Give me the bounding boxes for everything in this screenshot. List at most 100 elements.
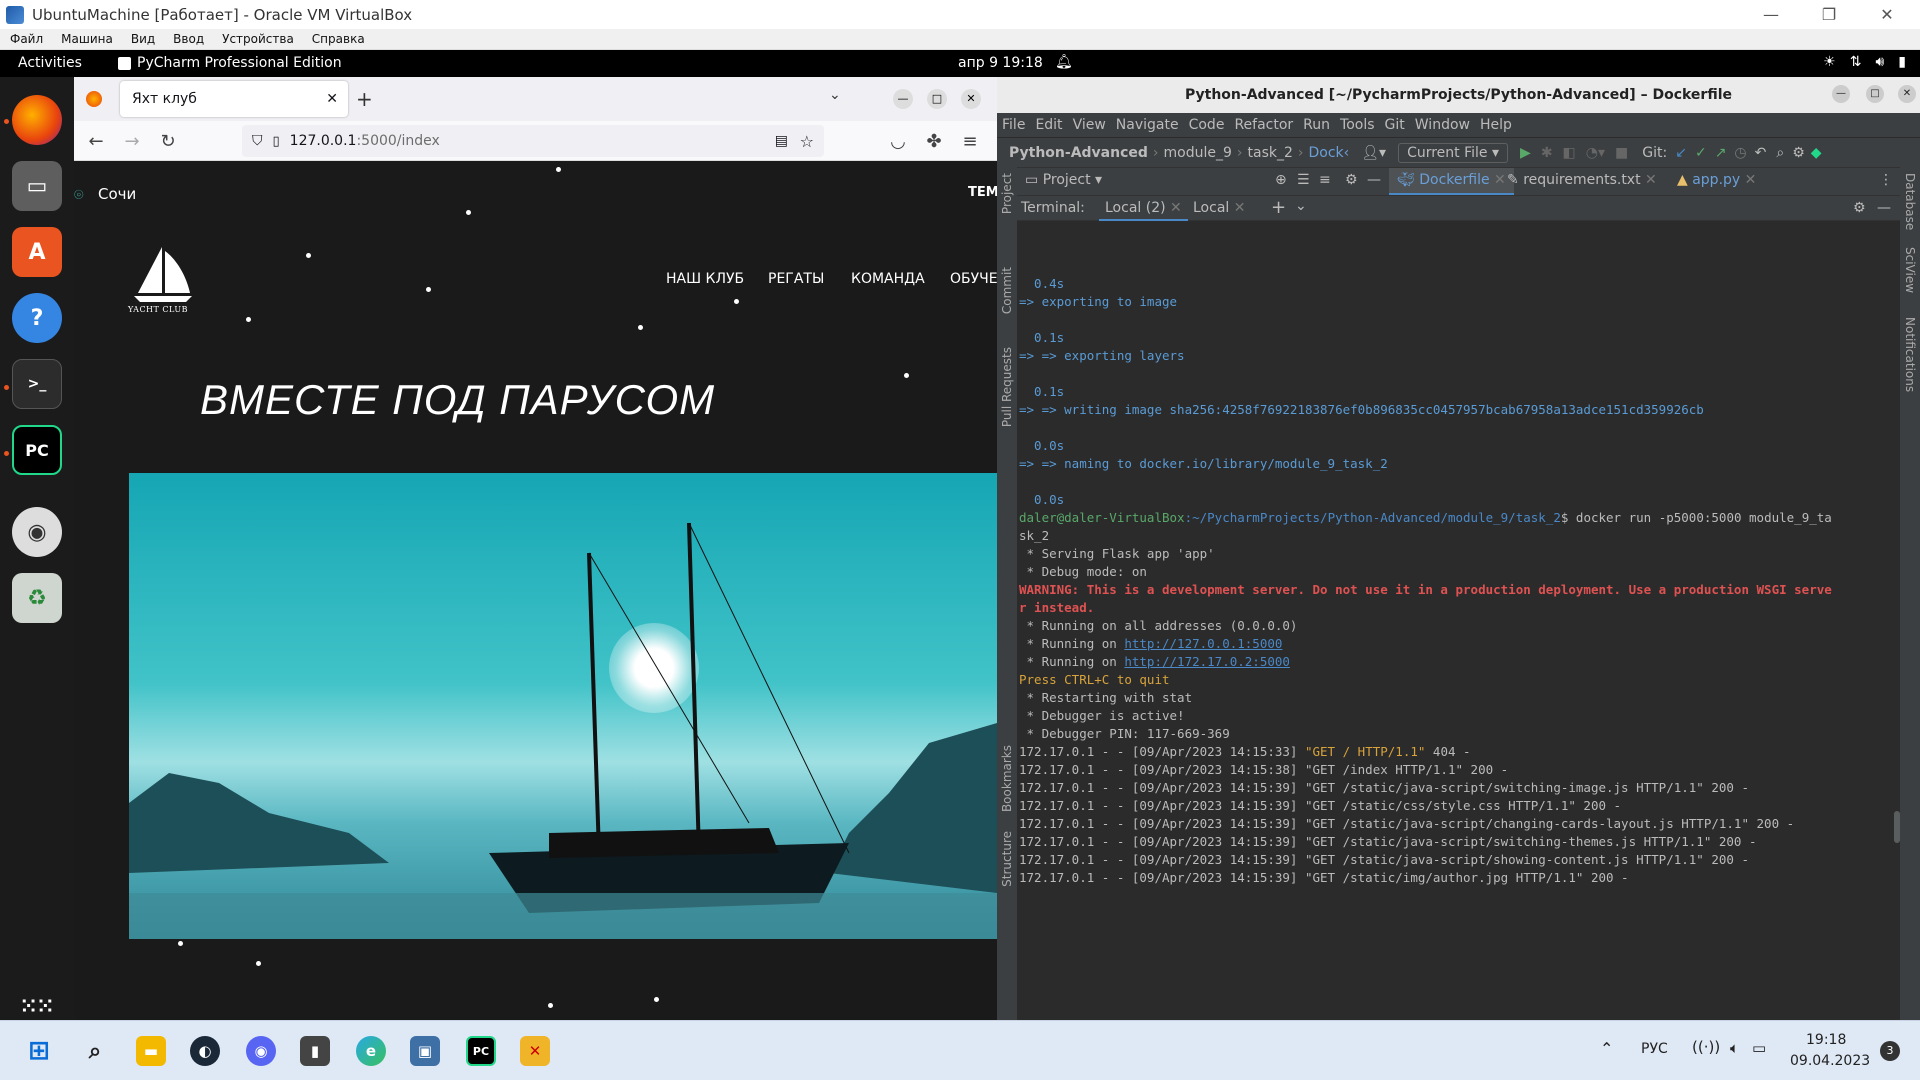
menu-help[interactable]: Help <box>1475 117 1517 133</box>
container-ip-link[interactable]: http://172.17.0.2:5000 <box>1124 654 1290 669</box>
bookmark-star-icon[interactable]: ☆ <box>800 132 814 151</box>
locate-icon[interactable]: ⊕ <box>1275 172 1287 188</box>
pycharm-taskbar-icon[interactable]: PC <box>466 1036 496 1066</box>
show-hidden-icons[interactable]: ⌃ <box>1600 1039 1613 1058</box>
steam-icon[interactable]: ◐ <box>190 1036 220 1066</box>
close-tab-icon[interactable]: ✕ <box>1234 200 1246 216</box>
speaker-icon[interactable]: 🔈︎ <box>1730 1039 1739 1057</box>
taskbar-date[interactable]: 09.04.2023 <box>1790 1053 1870 1069</box>
tool-notifications[interactable]: Notifications <box>1903 317 1917 392</box>
menu-code[interactable]: Code <box>1184 117 1230 133</box>
close-tab-icon[interactable]: ✕ <box>1745 172 1757 188</box>
user-icon[interactable]: 👤︎▾ <box>1361 145 1386 161</box>
gear-icon[interactable]: ⚙ <box>1345 172 1358 188</box>
trash-icon[interactable]: ♻ <box>12 573 62 623</box>
localhost-link[interactable]: http://127.0.0.1:5000 <box>1124 636 1282 651</box>
tool-pull-requests[interactable]: Pull Requests <box>1000 347 1014 427</box>
run-config-select[interactable]: Current File ▾ <box>1398 142 1509 163</box>
clock[interactable]: апр 9 19:18 <box>958 55 1043 71</box>
bell-icon[interactable]: 🔔︎ <box>1055 54 1073 70</box>
git-push-icon[interactable]: ↗ <box>1715 145 1727 161</box>
terminal-scrollbar[interactable] <box>1894 811 1900 843</box>
menu-file[interactable]: Файл <box>0 32 51 46</box>
menu-git[interactable]: Git <box>1380 117 1410 133</box>
firefox-icon[interactable] <box>12 95 62 145</box>
breadcrumb-task[interactable]: task_2 <box>1248 145 1293 161</box>
menu-navigate[interactable]: Navigate <box>1111 117 1184 133</box>
pycharm-icon[interactable]: PC <box>12 425 62 475</box>
breadcrumb-project[interactable]: Python-Advanced <box>1009 145 1148 161</box>
help-icon[interactable]: ? <box>12 293 62 343</box>
terminal-output[interactable]: 0.4s => exporting to image 0.1s => => expo… <box>1017 221 1900 1014</box>
nav-link-training[interactable]: ОБУЧЕ <box>950 271 997 287</box>
git-history-icon[interactable]: ◷ <box>1734 145 1746 161</box>
browser-tab[interactable]: Яхт клуб ✕ <box>120 81 348 117</box>
virtualbox-icon[interactable]: ▣ <box>410 1036 440 1066</box>
software-center-icon[interactable]: A <box>12 227 62 277</box>
search-icon[interactable]: ⌕ <box>1776 145 1784 161</box>
terminal-hide-icon[interactable]: — <box>1877 200 1891 216</box>
discord-icon[interactable]: ◉ <box>246 1036 276 1066</box>
close-button[interactable]: ✕ <box>1858 0 1916 29</box>
menu-window[interactable]: Window <box>1410 117 1475 133</box>
reader-view-icon[interactable]: ▤ <box>775 133 788 149</box>
menu-edit[interactable]: Edit <box>1030 117 1067 133</box>
terminal-dropdown-icon[interactable]: ⌄ <box>1295 198 1307 214</box>
breadcrumb-module[interactable]: module_9 <box>1164 145 1232 161</box>
more-tabs-icon[interactable]: ⋮ <box>1879 172 1893 188</box>
run-icon[interactable]: ▶ <box>1520 145 1531 161</box>
url-bar[interactable]: ⛉ ▯ 127.0.0.1:5000/index ▤ ☆ <box>242 125 824 157</box>
edge-icon[interactable]: e <box>356 1036 386 1066</box>
project-panel-toggle[interactable]: ▭ Project ▾ <box>1025 172 1102 188</box>
taskbar-time[interactable]: 19:18 <box>1806 1032 1846 1048</box>
minimize-button[interactable]: — <box>1742 0 1800 29</box>
new-terminal-icon[interactable]: + <box>1271 197 1286 218</box>
theme-switch[interactable]: ТЕМА <box>968 185 997 200</box>
maximize-icon[interactable]: □ <box>927 89 947 109</box>
profile-icon[interactable]: ◔▾ <box>1586 145 1605 161</box>
battery-icon[interactable]: ▭ <box>1752 1039 1766 1057</box>
terminal-icon[interactable]: >_ <box>12 359 62 409</box>
menu-view[interactable]: Вид <box>121 32 163 46</box>
terminal-tab-local[interactable]: Local ✕ <box>1193 200 1245 216</box>
notification-badge[interactable]: 3 <box>1880 1041 1900 1061</box>
tool-sciview[interactable]: SciView <box>1903 247 1917 293</box>
firefox-view-icon[interactable] <box>86 91 102 107</box>
stop-icon[interactable]: ■ <box>1615 145 1628 161</box>
show-apps-icon[interactable]: ⁙⁙ <box>12 993 62 1019</box>
nav-link-regattas[interactable]: РЕГАТЫ <box>768 271 824 287</box>
coverage-icon[interactable]: ◧ <box>1563 145 1576 161</box>
tool-structure[interactable]: Structure <box>1000 831 1014 887</box>
terminal-tab-local-2[interactable]: Local (2) ✕ <box>1099 196 1188 222</box>
close-tab-icon[interactable]: ✕ <box>1494 172 1506 188</box>
close-tab-icon[interactable]: ✕ <box>326 91 338 107</box>
menu-help[interactable]: Справка <box>302 32 373 46</box>
menu-view[interactable]: View <box>1068 117 1111 133</box>
menu-refactor[interactable]: Refactor <box>1229 117 1298 133</box>
tool-database[interactable]: Database <box>1903 173 1917 230</box>
menu-input[interactable]: Ввод <box>163 32 212 46</box>
site-logo[interactable]: YACHT CLUB <box>128 243 198 319</box>
menu-machine[interactable]: Машина <box>51 32 121 46</box>
nav-link-team[interactable]: КОМАНДА <box>851 271 925 287</box>
search-icon[interactable]: ⌕ <box>80 1036 110 1066</box>
git-update-icon[interactable]: ↙ <box>1675 145 1687 161</box>
hide-icon[interactable]: — <box>1367 172 1381 188</box>
shield-icon[interactable]: ⛉ <box>252 133 263 149</box>
forward-icon[interactable]: → <box>120 129 144 153</box>
extensions-icon[interactable]: ✤ <box>922 129 946 153</box>
back-icon[interactable]: ← <box>84 129 108 153</box>
maximize-icon[interactable]: □ <box>1866 85 1884 103</box>
menu-devices[interactable]: Устройства <box>212 32 302 46</box>
minimize-icon[interactable]: — <box>1832 85 1850 103</box>
git-rollback-icon[interactable]: ↶ <box>1755 145 1767 161</box>
city-label[interactable]: Сочи <box>98 185 136 203</box>
close-tab-icon[interactable]: ✕ <box>1170 200 1182 216</box>
tool-commit[interactable]: Commit <box>1000 267 1014 314</box>
start-icon[interactable]: ⊞ <box>24 1036 54 1066</box>
pocket-icon[interactable]: ◡ <box>886 129 910 153</box>
breadcrumb-file[interactable]: Dock‹ <box>1309 145 1350 161</box>
minimize-icon[interactable]: — <box>893 89 913 109</box>
tab-requirements[interactable]: ✎ requirements.txt ✕ <box>1507 172 1657 188</box>
terminal-settings-icon[interactable]: ⚙ <box>1853 200 1866 216</box>
